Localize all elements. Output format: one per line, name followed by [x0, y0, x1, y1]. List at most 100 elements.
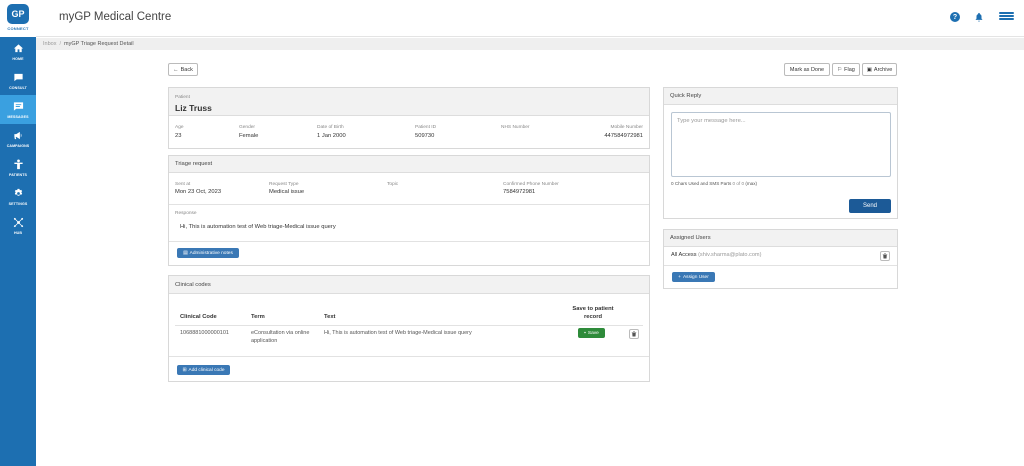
sms-counter-parts: 0 of 0 [732, 181, 745, 186]
assigned-users-card: Assigned Users All Access (shiv.sharma@p… [663, 229, 898, 289]
app-title: myGP Medical Centre [59, 11, 172, 23]
delete-code-button[interactable] [629, 329, 639, 339]
sidebar-item-settings[interactable]: SETTINGS [0, 182, 36, 211]
col-header-text: Text [324, 314, 336, 320]
logo-subtitle: CONNECT [7, 26, 29, 31]
logo-mark: GP [7, 4, 29, 24]
sidebar-item-messages[interactable]: MESSAGES [0, 95, 36, 124]
administrative-notes-button[interactable]: ▤ Administrative notes [177, 248, 239, 258]
flag-label: Flag [844, 66, 855, 73]
admin-notes-label: Administrative notes [189, 250, 233, 256]
send-label: Send [862, 203, 877, 209]
send-button[interactable]: Send [849, 199, 891, 213]
age-label: Age [175, 125, 184, 130]
add-user-icon: + [678, 274, 681, 280]
divider [175, 325, 643, 326]
clinical-code-cell: 1068881000000101 [180, 330, 229, 336]
request-type-label: Request Type [269, 182, 299, 187]
divider [664, 265, 897, 266]
chat-icon [13, 73, 23, 81]
sidebar-item-label: CAMPAIGNS [6, 143, 30, 148]
sidebar-item-label: CONSULT [9, 85, 27, 90]
archive-button[interactable]: ▣ Archive [862, 63, 897, 76]
archive-icon: ▣ [866, 66, 872, 73]
sidebar-item-consult[interactable]: CONSULT [0, 66, 36, 95]
quick-reply-textarea[interactable] [671, 112, 891, 177]
gender-value: Female [239, 133, 259, 139]
add-clinical-code-button[interactable]: ⊞ Add clinical code [177, 365, 230, 375]
patient-id-value: 509730 [415, 133, 435, 139]
phone-label: Confirmed Phone Number [503, 182, 559, 187]
trash-icon [631, 331, 637, 337]
clinical-codes-title: Clinical codes [169, 276, 649, 294]
flag-button[interactable]: ⚐ Flag [832, 63, 860, 76]
sidebar-item-hub[interactable]: HUB [0, 211, 36, 240]
message-icon [13, 101, 23, 111]
age-value: 23 [175, 133, 182, 139]
request-type-value: Medical issue [269, 189, 305, 195]
patient-id-label: Patient ID [415, 125, 437, 130]
sms-counter-prefix: 0 Chars Used and SMS Parts [671, 181, 732, 186]
breadcrumb: Inbox / myGP Triage Request Detail [36, 38, 1024, 50]
sent-at-label: Sent at [175, 182, 191, 187]
clinical-codes-card: Clinical codes Clinical Code Term Text S… [168, 275, 650, 382]
patient-header-label: Patient [175, 95, 190, 100]
logo-text: GP [11, 9, 25, 19]
response-label: Response [175, 211, 197, 216]
hamburger-menu-icon[interactable] [998, 10, 1014, 22]
mark-done-label: Mark as Done [789, 66, 825, 73]
sidebar-item-label: HUB [13, 230, 23, 235]
patient-card-header: Patient Liz Truss [169, 88, 649, 116]
sidebar-item-campaigns[interactable]: CAMPAIGNS [0, 124, 36, 153]
gear-icon [14, 188, 22, 196]
mobile-value: 447584972981 [604, 133, 643, 139]
patient-card: Patient Liz Truss Age 23 Gender Female D… [168, 87, 650, 149]
assign-user-button[interactable]: + Assign User [672, 272, 715, 282]
phone-value: 7584972981 [503, 189, 536, 195]
sidebar-item-label: SETTINGS [8, 201, 28, 206]
sidebar-item-label: MESSAGES [7, 114, 29, 119]
remove-user-button[interactable] [880, 251, 890, 261]
divider [169, 356, 649, 357]
sent-at-value: Mon 23 Oct, 2023 [175, 189, 222, 195]
sidebar: GP CONNECT HOME CONSULT MESSAGES CAMPAIG… [0, 0, 36, 466]
hub-icon [13, 217, 23, 227]
col-header-term: Term [251, 314, 265, 320]
breadcrumb-inbox[interactable]: Inbox [43, 41, 56, 47]
help-icon[interactable]: ? [948, 10, 962, 24]
quick-reply-card: Quick Reply 0 Chars Used and SMS Parts 0… [663, 87, 898, 219]
save-icon: ▪ [584, 330, 586, 336]
back-label: Back [180, 66, 193, 73]
person-icon [13, 158, 23, 169]
col-header-save: Save to patient record [572, 306, 614, 320]
save-to-record-button[interactable]: ▪ Save [578, 328, 605, 338]
divider [169, 204, 649, 205]
sidebar-item-home[interactable]: HOME [0, 37, 36, 66]
save-label: Save [587, 330, 599, 336]
add-code-label: Add clinical code [188, 367, 225, 373]
response-text: Hi, This is automation test of Web triag… [180, 224, 336, 230]
sms-counter-suffix: (max) [745, 181, 758, 186]
plus-icon: ⊞ [182, 367, 187, 373]
text-cell: Hi, This is automation test of Web triag… [324, 330, 472, 336]
top-header: myGP Medical Centre ? [36, 0, 1024, 37]
mark-as-done-button[interactable]: Mark as Done [784, 63, 830, 76]
arrow-left-icon: ← [173, 66, 179, 73]
logo[interactable]: GP CONNECT [0, 0, 36, 37]
dob-label: Date of Birth [317, 125, 344, 130]
patient-name: Liz Truss [175, 103, 212, 113]
nhs-number-label: NHS Number [501, 125, 530, 130]
gender-label: Gender [239, 125, 255, 130]
assigned-user-row: All Access (shiv.sharma@plato.com) [671, 252, 761, 258]
breadcrumb-separator: / [59, 41, 61, 47]
mobile-label: Mobile Number [610, 125, 643, 130]
topic-label: Topic [387, 182, 399, 187]
assigned-users-title: Assigned Users [664, 230, 897, 247]
archive-label: Archive [873, 66, 893, 73]
triage-card: Triage request Sent at Mon 23 Oct, 2023 … [168, 155, 650, 266]
sidebar-item-patients[interactable]: PATIENTS [0, 153, 36, 182]
bell-icon[interactable] [972, 10, 986, 24]
back-button[interactable]: ← Back [168, 63, 198, 76]
dob-value: 1 Jan 2000 [317, 133, 346, 139]
breadcrumb-current: myGP Triage Request Detail [64, 41, 134, 47]
